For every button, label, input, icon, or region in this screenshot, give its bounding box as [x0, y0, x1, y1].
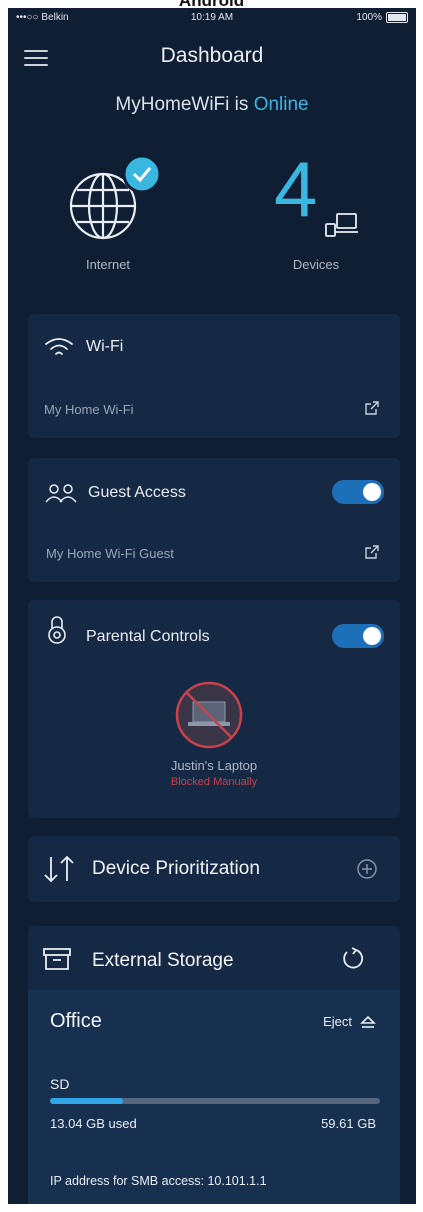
- devices-tile[interactable]: 4 Devices: [216, 148, 416, 278]
- page-title: Dashboard: [160, 44, 264, 67]
- network-status: MyHomeWiFi is Online: [8, 94, 416, 116]
- blocked-device-name: Justin's Laptop: [170, 758, 258, 773]
- clock-label: 10:19 AM: [190, 12, 234, 23]
- storage-used: 13.04 GB used: [50, 1116, 137, 1131]
- storage-usage-bar: [50, 1098, 380, 1104]
- external-link-icon[interactable]: [364, 400, 380, 416]
- wifi-network-name: My Home Wi-Fi: [44, 402, 134, 417]
- battery-label: 100%: [356, 12, 382, 23]
- guest-access-toggle[interactable]: [332, 480, 384, 504]
- check-badge-icon: [122, 154, 162, 194]
- network-name: MyHomeWiFi: [115, 94, 230, 115]
- internet-tile[interactable]: Internet: [8, 148, 208, 278]
- storage-location: Office: [50, 1010, 102, 1032]
- add-circle-icon[interactable]: [356, 858, 378, 880]
- blocked-laptop-icon[interactable]: [174, 680, 244, 750]
- network-connector: is: [234, 94, 249, 115]
- smb-info: IP address for SMB access: 10.101.1.1: [50, 1174, 267, 1188]
- battery-indicator: 100%: [356, 12, 408, 23]
- devices-label: Devices: [292, 257, 340, 272]
- app-header: Dashboard: [8, 38, 416, 78]
- blocked-device-status: Blocked Manually: [170, 776, 258, 788]
- guest-network-name: My Home Wi-Fi Guest: [46, 546, 174, 561]
- status-bar: •••○○ Belkin 10:19 AM 100%: [8, 8, 416, 28]
- device-count: 4: [274, 145, 318, 233]
- device-prioritization-title: Device Prioritization: [92, 858, 260, 879]
- eject-label: Eject: [323, 1014, 352, 1029]
- wifi-icon: [45, 338, 73, 355]
- device-prioritization-card[interactable]: Device Prioritization: [28, 836, 400, 902]
- eject-icon: [360, 1015, 376, 1028]
- battery-icon: [386, 12, 408, 23]
- internet-label: Internet: [85, 257, 131, 272]
- app-screen: •••○○ Belkin 10:19 AM 100% Dashboard MyH…: [8, 8, 416, 1204]
- wifi-title: Wi-Fi: [86, 338, 124, 355]
- refresh-icon[interactable]: [340, 946, 366, 972]
- parental-controls-card[interactable]: Parental Controls Justin's Laptop Blocke…: [28, 600, 400, 818]
- parental-controls-title: Parental Controls: [86, 628, 210, 645]
- summary-stats: Internet 4 Devices: [8, 148, 416, 278]
- external-link-icon[interactable]: [364, 544, 380, 560]
- drive-label: SD: [50, 1076, 70, 1092]
- priority-arrows-icon: [44, 855, 74, 883]
- external-storage-title: External Storage: [92, 950, 234, 971]
- eject-button[interactable]: Eject: [323, 1014, 376, 1029]
- storage-detail-panel: Office Eject SD 13.04 GB used 59.61 GB I…: [28, 990, 400, 1204]
- storage-usage-fill: [50, 1098, 123, 1104]
- storage-box-icon: [43, 948, 71, 970]
- storage-total: 59.61 GB: [321, 1116, 376, 1131]
- guest-access-card[interactable]: Guest Access My Home Wi-Fi Guest: [28, 458, 400, 582]
- online-status: Online: [253, 94, 309, 115]
- wifi-card[interactable]: Wi-Fi My Home Wi-Fi: [28, 314, 400, 438]
- devices-icon: [325, 213, 358, 237]
- lock-icon: [48, 616, 66, 644]
- guest-access-title: Guest Access: [88, 484, 186, 501]
- parental-controls-toggle[interactable]: [332, 624, 384, 648]
- guest-users-icon: [45, 484, 77, 503]
